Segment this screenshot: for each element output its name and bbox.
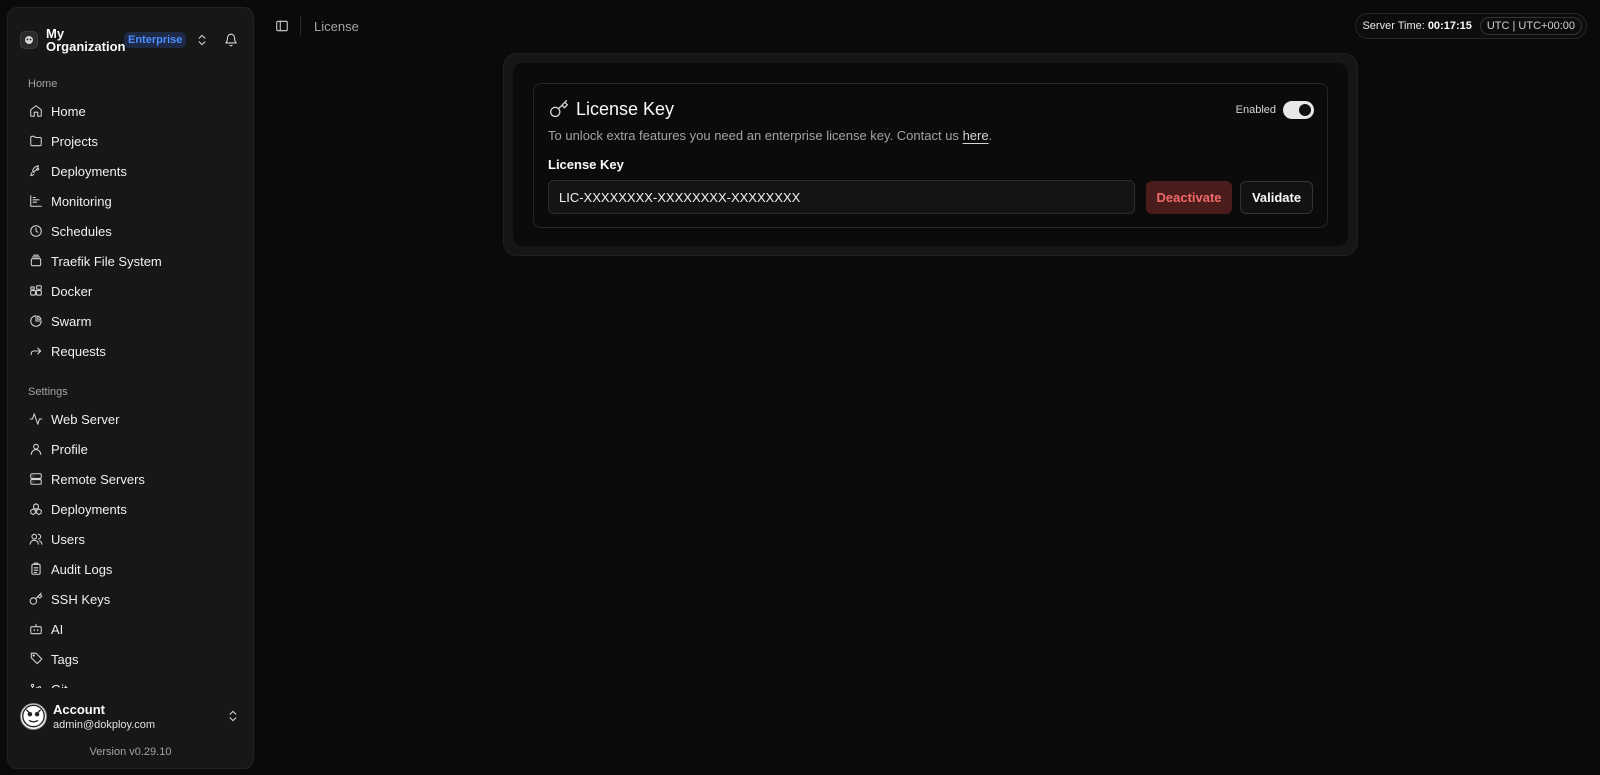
version-label: Version v0.29.10 bbox=[89, 746, 172, 758]
sidebar-item-label: Docker bbox=[51, 283, 93, 299]
sidebar-item-label: AI bbox=[51, 621, 64, 637]
users-icon bbox=[28, 531, 44, 547]
sidebar-nav: Home Home Projects Deployments Monitoring Sch… bbox=[8, 66, 253, 688]
license-title: License Key bbox=[576, 98, 675, 119]
license-title-row: License Key bbox=[548, 98, 1313, 120]
rocket-icon bbox=[28, 163, 44, 179]
sidebar-item-label: Users bbox=[51, 531, 85, 547]
org-name: My Organization bbox=[46, 26, 126, 54]
license-enabled-toggle[interactable] bbox=[1283, 101, 1314, 119]
blocks-icon bbox=[28, 283, 44, 299]
sidebar-item-label: Remote Servers bbox=[51, 471, 145, 487]
sidebar-item-tags[interactable]: Tags bbox=[16, 644, 245, 674]
home-icon bbox=[28, 103, 44, 119]
sidebar: My Organization Enterprise Home Home Proje… bbox=[7, 7, 254, 769]
nav-group-label: Home bbox=[28, 78, 58, 90]
license-card: License Key Enabled To unlock extra feat… bbox=[503, 53, 1358, 256]
account-name: Account bbox=[53, 701, 105, 717]
avatar bbox=[20, 702, 47, 730]
sidebar-item-git[interactable]: Git bbox=[16, 674, 245, 688]
folder-icon bbox=[28, 133, 44, 149]
breadcrumb[interactable]: License bbox=[314, 19, 359, 34]
sidebar-item-label: Audit Logs bbox=[51, 561, 113, 577]
plan-badge: Enterprise bbox=[124, 32, 187, 48]
sidebar-item-label: SSH Keys bbox=[51, 591, 111, 607]
account-email: admin@dokploy.com bbox=[53, 718, 156, 731]
sidebar-item-profile[interactable]: Profile bbox=[16, 434, 245, 464]
stack-icon bbox=[28, 253, 44, 269]
sidebar-item-label: Home bbox=[51, 103, 86, 119]
toggle-knob bbox=[1299, 104, 1311, 116]
git-icon bbox=[28, 681, 44, 688]
forward-icon bbox=[28, 343, 44, 359]
sidebar-item-label: Profile bbox=[51, 441, 88, 457]
user-icon bbox=[28, 441, 44, 457]
sidebar-item-label: Requests bbox=[51, 343, 106, 359]
boxes-icon bbox=[28, 501, 44, 517]
org-logo-icon bbox=[20, 31, 38, 49]
pie-icon bbox=[28, 313, 44, 329]
server-time: Server Time: 00:17:15 UTC | UTC+00:00 bbox=[1355, 13, 1587, 39]
license-toggle-group: Enabled bbox=[1236, 101, 1314, 119]
license-key-input[interactable] bbox=[548, 180, 1135, 214]
clock-icon bbox=[28, 223, 44, 239]
sidebar-item-label: Web Server bbox=[51, 411, 120, 427]
bot-icon bbox=[28, 621, 44, 637]
bell-icon[interactable] bbox=[223, 32, 239, 48]
server-icon bbox=[28, 471, 44, 487]
license-key-label: License Key bbox=[548, 157, 624, 172]
sidebar-item-label: Schedules bbox=[51, 223, 112, 239]
sidebar-item-users[interactable]: Users bbox=[16, 524, 245, 554]
sidebar-item-schedules[interactable]: Schedules bbox=[16, 216, 245, 246]
sidebar-item-deployments[interactable]: Deployments bbox=[16, 494, 245, 524]
sidebar-item-swarm[interactable]: Swarm bbox=[16, 306, 245, 336]
key-icon bbox=[28, 591, 44, 607]
license-key-row: Deactivate Validate bbox=[548, 180, 1313, 214]
description-end: . bbox=[988, 128, 993, 143]
nav-group-label: Settings bbox=[28, 386, 68, 398]
sidebar-item-audit-logs[interactable]: Audit Logs bbox=[16, 554, 245, 584]
sidebar-item-projects[interactable]: Projects bbox=[16, 126, 245, 156]
key-icon bbox=[548, 98, 570, 120]
license-card-inner: License Key Enabled To unlock extra feat… bbox=[513, 63, 1348, 246]
sidebar-item-label: Deployments bbox=[51, 501, 127, 517]
sidebar-item-label: Traefik File System bbox=[51, 253, 162, 269]
deactivate-button[interactable]: Deactivate bbox=[1146, 180, 1232, 214]
server-time-value: 00:17:15 bbox=[1427, 20, 1472, 32]
tag-icon bbox=[28, 651, 44, 667]
sidebar-item-label: Swarm bbox=[51, 313, 92, 329]
header-divider bbox=[300, 16, 301, 36]
sidebar-item-web-server[interactable]: Web Server bbox=[16, 404, 245, 434]
sidebar-item-label: Projects bbox=[51, 133, 98, 149]
sidebar-item-requests[interactable]: Requests bbox=[16, 336, 245, 366]
timezone-badge: UTC | UTC+00:00 bbox=[1479, 17, 1582, 35]
clipboard-icon bbox=[28, 561, 44, 577]
description-text: To unlock extra features you need an ent… bbox=[548, 128, 959, 143]
org-switcher[interactable]: My Organization Enterprise bbox=[8, 14, 253, 66]
sidebar-item-ssh-keys[interactable]: SSH Keys bbox=[16, 584, 245, 614]
sidebar-item-deployments[interactable]: Deployments bbox=[16, 156, 245, 186]
sidebar-item-remote-servers[interactable]: Remote Servers bbox=[16, 464, 245, 494]
toggle-label: Enabled bbox=[1235, 104, 1276, 116]
sidebar-item-label: Deployments bbox=[51, 163, 127, 179]
account-menu[interactable]: Account admin@dokploy.com bbox=[20, 694, 241, 738]
activity-icon bbox=[28, 411, 44, 427]
sidebar-toggle-icon[interactable] bbox=[274, 18, 290, 34]
sidebar-item-home[interactable]: Home bbox=[16, 96, 245, 126]
server-time-label: Server Time: bbox=[1362, 20, 1425, 32]
sidebar-item-ai[interactable]: AI bbox=[16, 614, 245, 644]
license-key-panel: License Key Enabled To unlock extra feat… bbox=[533, 83, 1328, 228]
validate-button[interactable]: Validate bbox=[1240, 180, 1313, 214]
contact-link[interactable]: here bbox=[963, 128, 989, 143]
license-description: To unlock extra features you need an ent… bbox=[548, 128, 1313, 143]
chart-icon bbox=[28, 193, 44, 209]
sidebar-item-docker[interactable]: Docker bbox=[16, 276, 245, 306]
sidebar-item-monitoring[interactable]: Monitoring bbox=[16, 186, 245, 216]
chevrons-up-down-icon[interactable] bbox=[225, 708, 241, 724]
sidebar-footer: Account admin@dokploy.com Version v0.29.… bbox=[8, 688, 253, 768]
sidebar-item-label: Tags bbox=[51, 651, 79, 667]
chevrons-up-down-icon[interactable] bbox=[194, 32, 210, 48]
sidebar-item-traefik-file-system[interactable]: Traefik File System bbox=[16, 246, 245, 276]
sidebar-item-label: Monitoring bbox=[51, 193, 112, 209]
